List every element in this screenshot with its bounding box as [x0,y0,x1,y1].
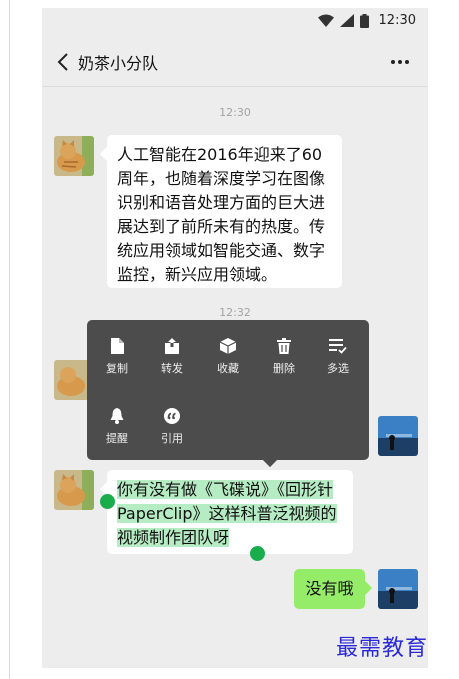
avatar-sea[interactable] [378,416,418,456]
selected-message-text[interactable]: 你有没有做《飞碟说》《回形针PaperClip》这样科普泛视频的视频制作团队呀 [117,480,337,547]
menu-item-multiselect[interactable]: 多选 [311,338,365,376]
wifi-icon [317,14,334,27]
frame-border [9,0,10,679]
menu-item-forward[interactable]: 转发 [145,338,199,376]
phone-screen: 12:30 奶茶小分队 12:30 人工智能在2016年迎来了60周年，也随着深… [42,8,428,668]
avatar-cat[interactable] [54,470,94,510]
bell-icon [110,408,124,424]
avatar-cat[interactable] [54,136,94,176]
message-context-menu: 复制 转发 收藏 删除 多选 提醒 引用 [87,320,369,460]
quote-icon [164,408,180,424]
more-dots-icon[interactable] [388,50,412,74]
message-bubble[interactable]: 人工智能在2016年迎来了60周年，也随着深度学习在图像识别和语音处理方面的巨大… [107,135,342,288]
forward-icon [165,338,179,354]
status-time: 12:30 [378,13,416,28]
menu-item-quote[interactable]: 引用 [145,408,199,446]
chat-title: 奶茶小分队 [78,54,159,73]
status-bar: 12:30 [42,8,428,36]
trash-icon [277,338,291,354]
selection-start-handle[interactable] [100,494,115,509]
watermark-text: 最需教育 [336,636,429,661]
message-text: 没有哦 [305,579,354,598]
chevron-left-icon[interactable] [54,50,74,74]
copy-icon [111,338,124,354]
selection-end-handle[interactable] [250,546,265,561]
menu-item-remind[interactable]: 提醒 [90,408,144,446]
message-bubble-selected[interactable]: 你有没有做《飞碟说》《回形针PaperClip》这样科普泛视频的视频制作团队呀 [107,470,353,554]
timestamp: 12:32 [219,306,251,319]
multi-select-icon [329,339,347,354]
cell-signal-icon [339,14,354,27]
battery-icon [359,13,369,28]
message-text: 人工智能在2016年迎来了60周年，也随着深度学习在图像识别和语音处理方面的巨大… [117,145,326,284]
favorite-box-icon [220,338,236,354]
menu-item-copy[interactable]: 复制 [90,338,144,376]
avatar-sea[interactable] [378,569,418,609]
my-message-bubble[interactable]: 没有哦 [294,569,365,609]
menu-item-favorite[interactable]: 收藏 [201,338,255,376]
timestamp: 12:30 [219,106,251,119]
chat-header: 奶茶小分队 [42,38,428,87]
menu-item-delete[interactable]: 删除 [257,338,311,376]
